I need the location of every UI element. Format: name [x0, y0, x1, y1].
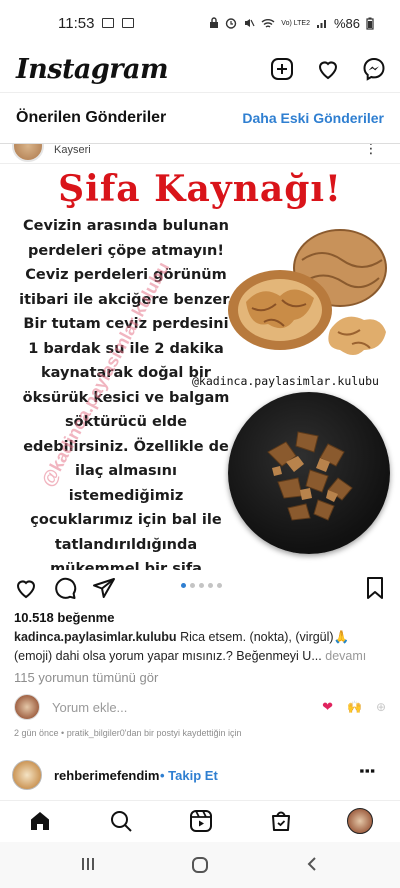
signal-icon — [316, 19, 326, 28]
carousel-dot — [217, 583, 222, 588]
post-location[interactable]: Kayseri — [54, 144, 91, 156]
like-heart-icon[interactable] — [14, 576, 38, 600]
heart-icon[interactable] — [316, 57, 340, 81]
carousel-dot — [190, 583, 195, 588]
alarm-icon — [226, 18, 237, 29]
comment-input[interactable]: Yorum ekle... — [52, 700, 127, 715]
follow-label: Takip Et — [168, 768, 218, 783]
next-post-username[interactable]: rehberimefendim — [54, 768, 159, 783]
wifi-icon — [261, 18, 275, 28]
battery-level: %86 — [333, 15, 360, 31]
recent-apps-icon[interactable] — [80, 856, 96, 872]
image-handle-text: @kadinca.paylasimlar.kulubu — [192, 374, 379, 388]
older-posts-link[interactable]: Daha Eski Gönderiler — [242, 110, 384, 126]
bottom-navigation — [0, 800, 400, 842]
walnut-illustration — [228, 229, 387, 355]
view-all-comments-link[interactable]: 115 yorumun tümünü gör — [14, 670, 158, 685]
avatar[interactable] — [12, 144, 44, 162]
carousel-dot — [181, 583, 186, 588]
share-icon[interactable] — [92, 576, 116, 600]
quick-heart-emoji[interactable]: ❤ — [322, 699, 333, 715]
search-icon[interactable] — [109, 809, 133, 833]
quick-hands-emoji[interactable]: 🙌 — [347, 700, 362, 714]
comment-icon[interactable] — [53, 576, 77, 600]
save-bookmark-icon[interactable] — [364, 576, 386, 600]
suggested-posts-header: Önerilen Gönderiler Daha Eski Gönderiler — [0, 92, 400, 144]
status-bar: 11:53 Vo) LTE2 %86 — [0, 0, 400, 46]
home-button-icon[interactable] — [191, 856, 209, 874]
caption-username[interactable]: kadinca.paylasimlar.kulubu — [14, 630, 177, 644]
reels-icon[interactable] — [189, 809, 213, 833]
new-post-icon[interactable] — [270, 57, 294, 81]
image-body-text: Cevizin arasında bulunan perdeleri çöpe … — [19, 218, 233, 570]
suggested-posts-title: Önerilen Gönderiler — [16, 109, 167, 126]
post-caption: kadinca.paylasimlar.kulubu Rica etsem. (… — [14, 628, 386, 666]
image-title: Şifa Kaynağı! — [58, 168, 342, 210]
post-meta: 2 gün önce • pratik_bilgiler0'dan bir po… — [14, 728, 242, 738]
add-emoji-icon[interactable]: ⊕ — [376, 700, 386, 714]
lock-icon — [210, 17, 219, 28]
status-time: 11:53 — [58, 14, 95, 32]
more-options-icon[interactable]: ⋮ — [364, 144, 378, 157]
carousel-dot — [208, 583, 213, 588]
calendar-notification-icon — [122, 18, 135, 28]
quick-reactions: ❤ 🙌 ⊕ — [322, 699, 386, 715]
carousel-indicator — [181, 583, 222, 588]
gallery-notification-icon — [102, 18, 115, 28]
add-comment-row: Yorum ekle... ❤ 🙌 ⊕ — [0, 692, 400, 722]
carousel-dot — [199, 583, 204, 588]
shop-icon[interactable] — [269, 809, 293, 833]
post-image[interactable]: Şifa Kaynağı! Cevizin arasında bulunan p… — [0, 164, 400, 570]
avatar — [14, 694, 40, 720]
previous-post-header: Kayseri ⋮ — [0, 144, 400, 164]
avatar[interactable] — [12, 760, 42, 790]
app-header: Instagram — [0, 46, 400, 92]
like-count[interactable]: 10.518 beğenme — [14, 610, 114, 625]
profile-avatar[interactable] — [347, 808, 373, 834]
back-icon[interactable] — [305, 856, 319, 872]
more-options-icon[interactable]: ⋮ — [356, 762, 378, 778]
battery-icon — [366, 17, 374, 30]
next-post-header: rehberimefendim • Takip Et ⋮ — [0, 760, 400, 792]
mute-icon — [245, 19, 255, 27]
system-navigation — [0, 842, 400, 888]
caption-more-link[interactable]: devamı — [325, 649, 366, 663]
home-icon[interactable] — [28, 809, 52, 833]
bowl-illustration — [228, 392, 390, 554]
follow-button[interactable]: • Takip Et — [160, 768, 218, 783]
network-type: Vo) LTE2 — [281, 19, 310, 27]
messenger-icon[interactable] — [362, 57, 386, 81]
instagram-logo[interactable]: Instagram — [16, 54, 169, 85]
